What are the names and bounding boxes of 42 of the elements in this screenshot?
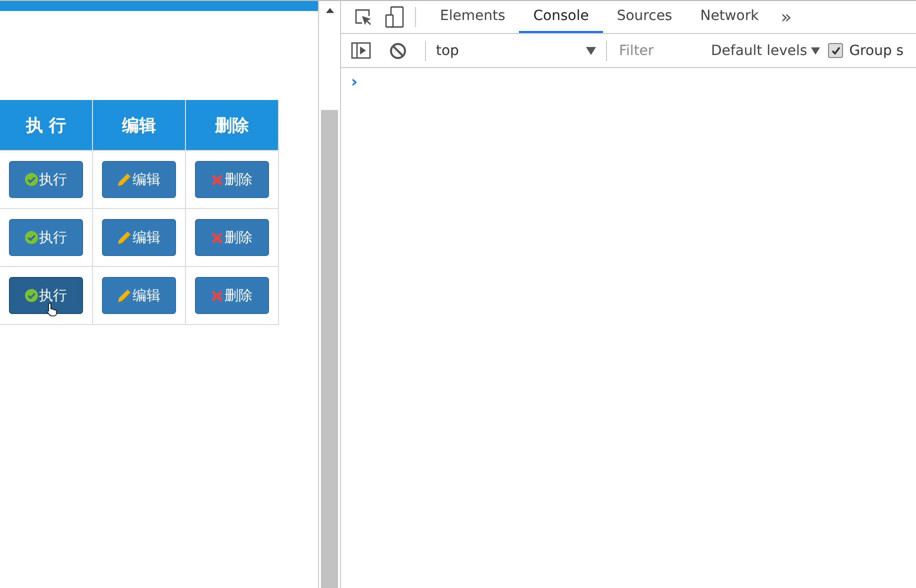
pencil-icon	[117, 288, 132, 302]
execute-button[interactable]: 执行	[8, 161, 83, 198]
dropdown-caret-icon	[586, 46, 596, 54]
check-circle-icon	[24, 231, 38, 244]
column-header: 执 行	[0, 100, 92, 150]
sidebar-toggle-icon[interactable]	[351, 42, 371, 59]
console-prompt: ›	[351, 72, 358, 91]
inspect-icon[interactable]	[353, 7, 373, 27]
edit-button[interactable]: 编辑	[102, 277, 176, 314]
close-icon	[211, 174, 224, 186]
delete-button[interactable]: 删除	[194, 219, 269, 256]
devtools-tab[interactable]: Elements	[426, 1, 520, 33]
delete-button[interactable]: 删除	[194, 161, 269, 198]
pencil-icon	[117, 172, 132, 186]
clear-icon[interactable]	[389, 42, 407, 60]
checkbox[interactable]	[828, 43, 844, 58]
scroll-up-icon[interactable]	[326, 8, 334, 13]
check-icon	[830, 46, 841, 56]
dropdown-caret-icon	[811, 46, 820, 54]
execute-button[interactable]: 执行	[8, 277, 83, 314]
pencil-icon	[117, 230, 132, 244]
edit-button[interactable]: 编辑	[102, 161, 176, 198]
check-circle-icon	[24, 173, 38, 186]
scrollbar[interactable]	[318, 0, 340, 588]
execute-button[interactable]: 执行	[8, 219, 83, 256]
check-circle-icon	[24, 289, 38, 302]
levels-dropdown[interactable]: Default levels	[707, 42, 824, 58]
delete-button[interactable]: 删除	[194, 277, 269, 314]
edit-button[interactable]: 编辑	[102, 219, 176, 256]
hand-cursor-icon	[46, 302, 58, 317]
device-icon[interactable]	[385, 6, 405, 28]
close-icon	[211, 232, 224, 244]
column-header: 编辑	[92, 100, 186, 150]
devtools-tab[interactable]: Console	[519, 1, 603, 33]
close-icon	[211, 290, 224, 302]
column-header: 删除	[185, 100, 278, 150]
context-dropdown[interactable]: top	[436, 42, 596, 58]
scrollbar-thumb[interactable]	[321, 110, 338, 588]
devtools-tab[interactable]: Network	[686, 1, 773, 33]
checkbox-label: Group s	[849, 42, 904, 58]
devtools-tab[interactable]: Sources	[602, 1, 686, 33]
more-tabs-button[interactable]: »	[772, 6, 800, 28]
